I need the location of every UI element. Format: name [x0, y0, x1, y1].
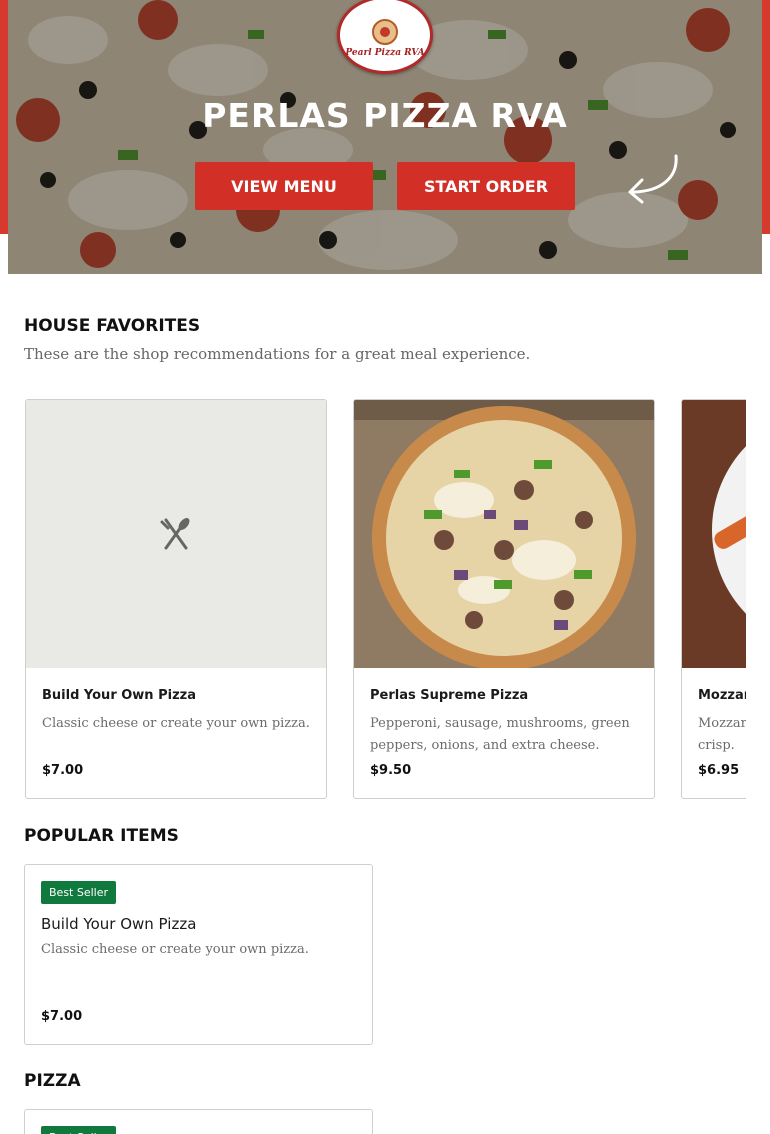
menu-item-card[interactable]: Best Seller — [24, 1109, 373, 1134]
favorite-card[interactable]: Perlas Supreme Pizza Pepperoni, sausage,… — [353, 399, 655, 799]
best-seller-badge: Best Seller — [41, 881, 117, 904]
hero-accent-left — [0, 0, 8, 234]
house-favorites-subtitle: These are the shop recommendations for a… — [24, 345, 531, 363]
favorite-card[interactable]: Mozzarella Sticks Mozzarella sticks serv… — [681, 399, 746, 799]
house-favorites-carousel[interactable]: Build Your Own Pizza Classic cheese or c… — [24, 399, 746, 801]
favorite-item-description: Classic cheese or create your own pizza. — [42, 716, 310, 731]
favorite-item-price: $6.95 — [698, 763, 740, 778]
menu-item-card[interactable]: Best Seller Build Your Own Pizza Classic… — [24, 864, 373, 1045]
item-image-placeholder — [26, 400, 326, 668]
restaurant-title: PERLAS PIZZA RVA — [202, 96, 568, 135]
supreme-pizza-image — [354, 400, 654, 668]
utensils-icon — [160, 518, 190, 550]
hero-accent-right — [762, 0, 770, 234]
hero-banner: Pearl Pizza RVA PERLAS PIZZA RVA VIEW ME… — [8, 0, 762, 274]
favorite-item-description: Pepperoni, sausage, mushrooms, green pep… — [370, 716, 630, 753]
curved-arrow-icon — [628, 154, 678, 204]
menu-item-price: $7.00 — [41, 1009, 83, 1024]
view-menu-button[interactable]: VIEW MENU — [195, 162, 373, 210]
pizza-logo-icon — [372, 18, 398, 45]
start-order-button[interactable]: START ORDER — [397, 162, 575, 210]
favorite-item-name: Build Your Own Pizza — [42, 688, 196, 703]
logo-text: Pearl Pizza RVA — [345, 47, 425, 58]
favorite-item-description: Mozzarella sticks served to a perfect cr… — [698, 716, 746, 753]
favorite-card[interactable]: Build Your Own Pizza Classic cheese or c… — [25, 399, 327, 799]
mozzarella-sticks-image — [682, 400, 746, 668]
popular-items-heading: POPULAR ITEMS — [24, 826, 179, 846]
pizza-heading: PIZZA — [24, 1071, 81, 1091]
favorite-item-name: Perlas Supreme Pizza — [370, 688, 529, 703]
menu-item-description: Classic cheese or create your own pizza. — [41, 942, 309, 957]
house-favorites-heading: HOUSE FAVORITES — [24, 316, 201, 336]
favorite-item-name: Mozzarella Sticks — [698, 688, 746, 703]
favorite-item-price: $7.00 — [42, 763, 84, 778]
menu-item-name: Build Your Own Pizza — [41, 915, 197, 933]
best-seller-badge: Best Seller — [41, 1126, 117, 1134]
favorite-item-price: $9.50 — [370, 763, 412, 778]
